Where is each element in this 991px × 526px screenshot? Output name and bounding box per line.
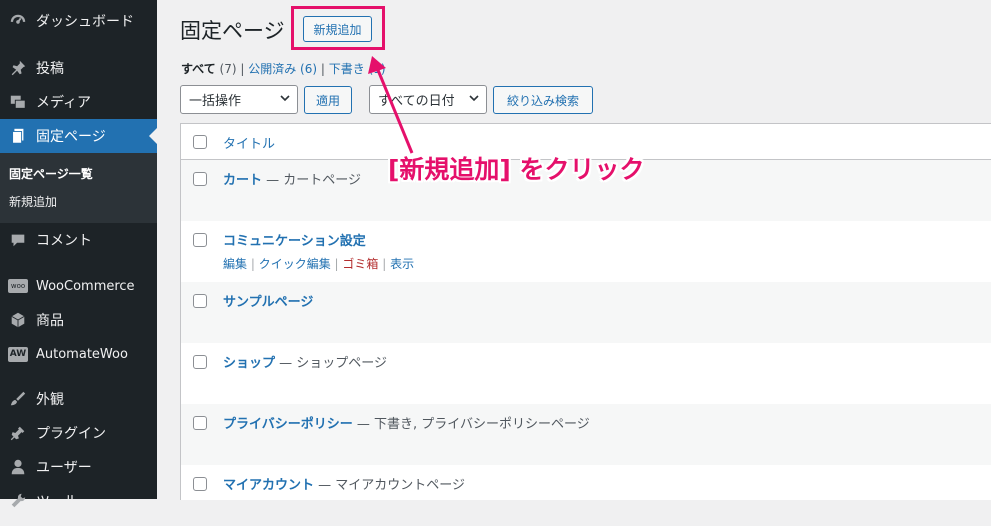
- bulk-action-select[interactable]: 一括操作: [180, 85, 298, 114]
- tool-icon: [0, 492, 36, 510]
- brush-icon: [0, 390, 36, 408]
- row-title: コミュニケーション設定: [223, 230, 366, 249]
- view-draft-count: (1): [368, 62, 386, 76]
- menu-dashboard[interactable]: ダッシュボード: [0, 4, 157, 38]
- dashboard-icon: [0, 12, 36, 30]
- table-row: サンプルページ: [181, 282, 991, 343]
- table-row: マイアカウント — マイアカウントページ: [181, 465, 991, 526]
- view-link[interactable]: 表示: [390, 257, 414, 271]
- view-draft[interactable]: 下書き: [329, 62, 365, 76]
- bulk-action-value: 一括操作: [189, 94, 242, 109]
- apply-button[interactable]: 適用: [304, 86, 352, 114]
- row-state: — ショップページ: [275, 356, 388, 371]
- row-checkbox[interactable]: [193, 355, 207, 369]
- pin-icon: [0, 59, 36, 77]
- date-filter-value: すべての日付: [378, 94, 455, 109]
- row-checkbox[interactable]: [193, 233, 207, 247]
- view-filters: すべて (7) | 公開済み (6) | 下書き (1): [181, 60, 386, 77]
- menu-posts[interactable]: 投稿: [0, 51, 157, 85]
- row-checkbox[interactable]: [193, 477, 207, 491]
- row-title-link[interactable]: カート: [223, 173, 262, 188]
- submenu-add-new[interactable]: 新規追加: [9, 193, 57, 210]
- menu-label: 商品: [36, 313, 64, 329]
- row-state: — マイアカウントページ: [314, 478, 466, 493]
- separator: |: [320, 62, 329, 76]
- aw-icon-text: AW: [8, 346, 28, 362]
- view-all[interactable]: すべて: [181, 62, 216, 76]
- row-checkbox[interactable]: [193, 294, 207, 308]
- chevron-down-icon: [468, 92, 480, 108]
- highlight-box: [291, 6, 385, 50]
- user-icon: [0, 458, 36, 476]
- pages-submenu: 固定ページ一覧 新規追加: [0, 153, 157, 223]
- view-all-count: (7): [219, 62, 237, 76]
- row-title: プライバシーポリシー — 下書き, プライバシーポリシーページ: [223, 413, 590, 432]
- page-icon: [0, 127, 36, 145]
- menu-label: ツール: [36, 494, 78, 510]
- woo-icon: woo: [0, 279, 36, 293]
- date-filter-select[interactable]: すべての日付: [369, 85, 487, 114]
- row-state: — カートページ: [262, 173, 362, 188]
- menu-label: ユーザー: [36, 460, 92, 476]
- menu-label: ダッシュボード: [36, 14, 134, 30]
- menu-comments[interactable]: コメント: [0, 223, 157, 257]
- annotation-callout: [新規追加] をクリック: [388, 155, 645, 184]
- woo-icon-text: woo: [8, 279, 28, 293]
- menu-label: AutomateWoo: [36, 346, 128, 362]
- quick-edit-link[interactable]: クイック編集: [259, 257, 331, 271]
- table-row: コミュニケーション設定 編集 | クイック編集 | ゴミ箱 | 表示: [181, 221, 991, 282]
- box-icon: [0, 311, 36, 329]
- menu-appearance[interactable]: 外観: [0, 382, 157, 416]
- aw-icon: AW: [0, 346, 36, 362]
- admin-sidebar: ダッシュボード 投稿 メディア 固定ページ 固定ページ一覧 新規追加 コメント …: [0, 0, 157, 510]
- submenu-all-pages[interactable]: 固定ページ一覧: [9, 165, 93, 182]
- menu-media[interactable]: メディア: [0, 85, 157, 119]
- table-row: プライバシーポリシー — 下書き, プライバシーポリシーページ: [181, 404, 991, 465]
- row-title-link[interactable]: マイアカウント: [223, 478, 314, 493]
- row-title-link[interactable]: プライバシーポリシー: [223, 417, 353, 432]
- menu-label: WooCommerce: [36, 278, 135, 294]
- menu-label: 投稿: [36, 61, 64, 77]
- filter-button[interactable]: 絞り込み検索: [493, 86, 593, 114]
- menu-woocommerce[interactable]: woo WooCommerce: [0, 269, 157, 303]
- media-icon: [0, 93, 36, 111]
- menu-users[interactable]: ユーザー: [0, 450, 157, 484]
- row-state: — 下書き, プライバシーポリシーページ: [352, 417, 590, 432]
- row-checkbox[interactable]: [193, 416, 207, 430]
- view-publish[interactable]: 公開済み: [248, 62, 296, 76]
- menu-label: コメント: [36, 233, 92, 249]
- menu-tools[interactable]: ツール: [0, 484, 157, 518]
- row-title: サンプルページ: [223, 291, 313, 310]
- row-title-link[interactable]: コミュニケーション設定: [223, 234, 366, 249]
- menu-plugins[interactable]: プラグイン: [0, 416, 157, 450]
- plugin-icon: [0, 424, 36, 442]
- column-title-header[interactable]: タイトル: [223, 133, 275, 152]
- trash-link[interactable]: ゴミ箱: [342, 257, 378, 271]
- view-publish-count: (6): [300, 62, 318, 76]
- row-checkbox[interactable]: [193, 172, 207, 186]
- select-all-checkbox[interactable]: [193, 135, 207, 149]
- menu-label: プラグイン: [36, 426, 106, 442]
- chevron-down-icon: [279, 92, 291, 108]
- row-title-link[interactable]: サンプルページ: [223, 295, 313, 310]
- menu-label: メディア: [36, 95, 92, 111]
- row-title: マイアカウント — マイアカウントページ: [223, 474, 465, 493]
- row-title: カート — カートページ: [223, 169, 361, 188]
- table-row: ショップ — ショップページ: [181, 343, 991, 404]
- menu-automatewoo[interactable]: AW AutomateWoo: [0, 337, 157, 371]
- current-menu-notch: [149, 128, 157, 144]
- edit-link[interactable]: 編集: [223, 257, 247, 271]
- row-actions: 編集 | クイック編集 | ゴミ箱 | 表示: [223, 257, 415, 271]
- row-title-link[interactable]: ショップ: [223, 356, 275, 371]
- page-title: 固定ページ: [180, 19, 285, 43]
- menu-pages[interactable]: 固定ページ: [0, 119, 157, 153]
- menu-label: 固定ページ: [36, 129, 106, 145]
- menu-label: 外観: [36, 392, 64, 408]
- comment-icon: [0, 231, 36, 249]
- menu-products[interactable]: 商品: [0, 303, 157, 337]
- row-title: ショップ — ショップページ: [223, 352, 387, 371]
